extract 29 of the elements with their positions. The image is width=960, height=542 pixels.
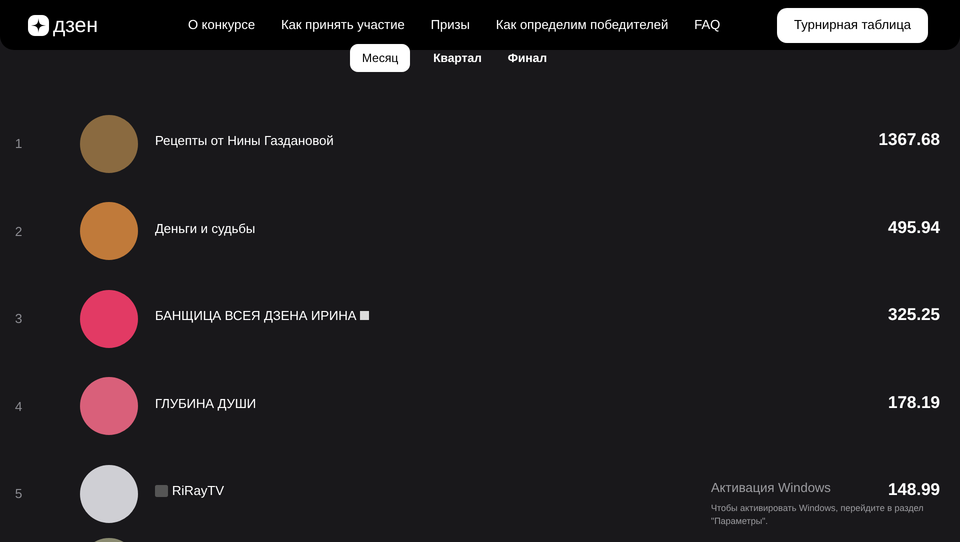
channel-name[interactable]: ГЛУБИНА ДУШИ [155, 394, 256, 413]
nav-link[interactable]: Как принять участие [281, 15, 405, 35]
score-value: 495.94 [888, 216, 940, 238]
rank-number: 3 [14, 310, 24, 328]
channel-name[interactable]: Рецепты от Нины Газдановой [155, 131, 334, 150]
rank-number: 2 [14, 222, 24, 240]
period-tab[interactable]: Квартал [430, 44, 485, 72]
star-logo-icon [28, 14, 49, 36]
nav-link[interactable]: О конкурсе [188, 15, 256, 35]
channel-name[interactable]: RiRayTV [172, 481, 224, 500]
score-value: 178.19 [888, 392, 940, 414]
score-value: 325.25 [888, 304, 940, 326]
rank-number: 1 [14, 135, 24, 153]
activation-title: Активация Windows [711, 479, 831, 497]
channel-name[interactable]: Деньги и судьбы [155, 218, 256, 238]
score-value: 148.99 [888, 479, 940, 501]
nav-link[interactable]: FAQ [694, 15, 720, 35]
score-value: 1367.68 [878, 129, 940, 151]
logo[interactable]: дзен [28, 14, 98, 36]
period-tab[interactable]: Финал [504, 44, 550, 72]
leaderboard-button[interactable]: Турнирная таблица [777, 8, 928, 42]
rank-number: 5 [14, 485, 24, 503]
rank-number: 4 [14, 398, 24, 416]
logo-text: дзен [53, 14, 98, 36]
period-tab[interactable]: Месяц [350, 44, 410, 72]
nav-link[interactable]: Как определим победителей [496, 15, 668, 35]
nav-link[interactable]: Призы [430, 15, 470, 35]
activation-text: Чтобы активировать Windows, перейдите в раздел "Параметры". [711, 502, 925, 528]
channel-name[interactable]: БАНЩИЦА ВСЕЯ ДЗЕНА ИРИНА [155, 306, 356, 326]
